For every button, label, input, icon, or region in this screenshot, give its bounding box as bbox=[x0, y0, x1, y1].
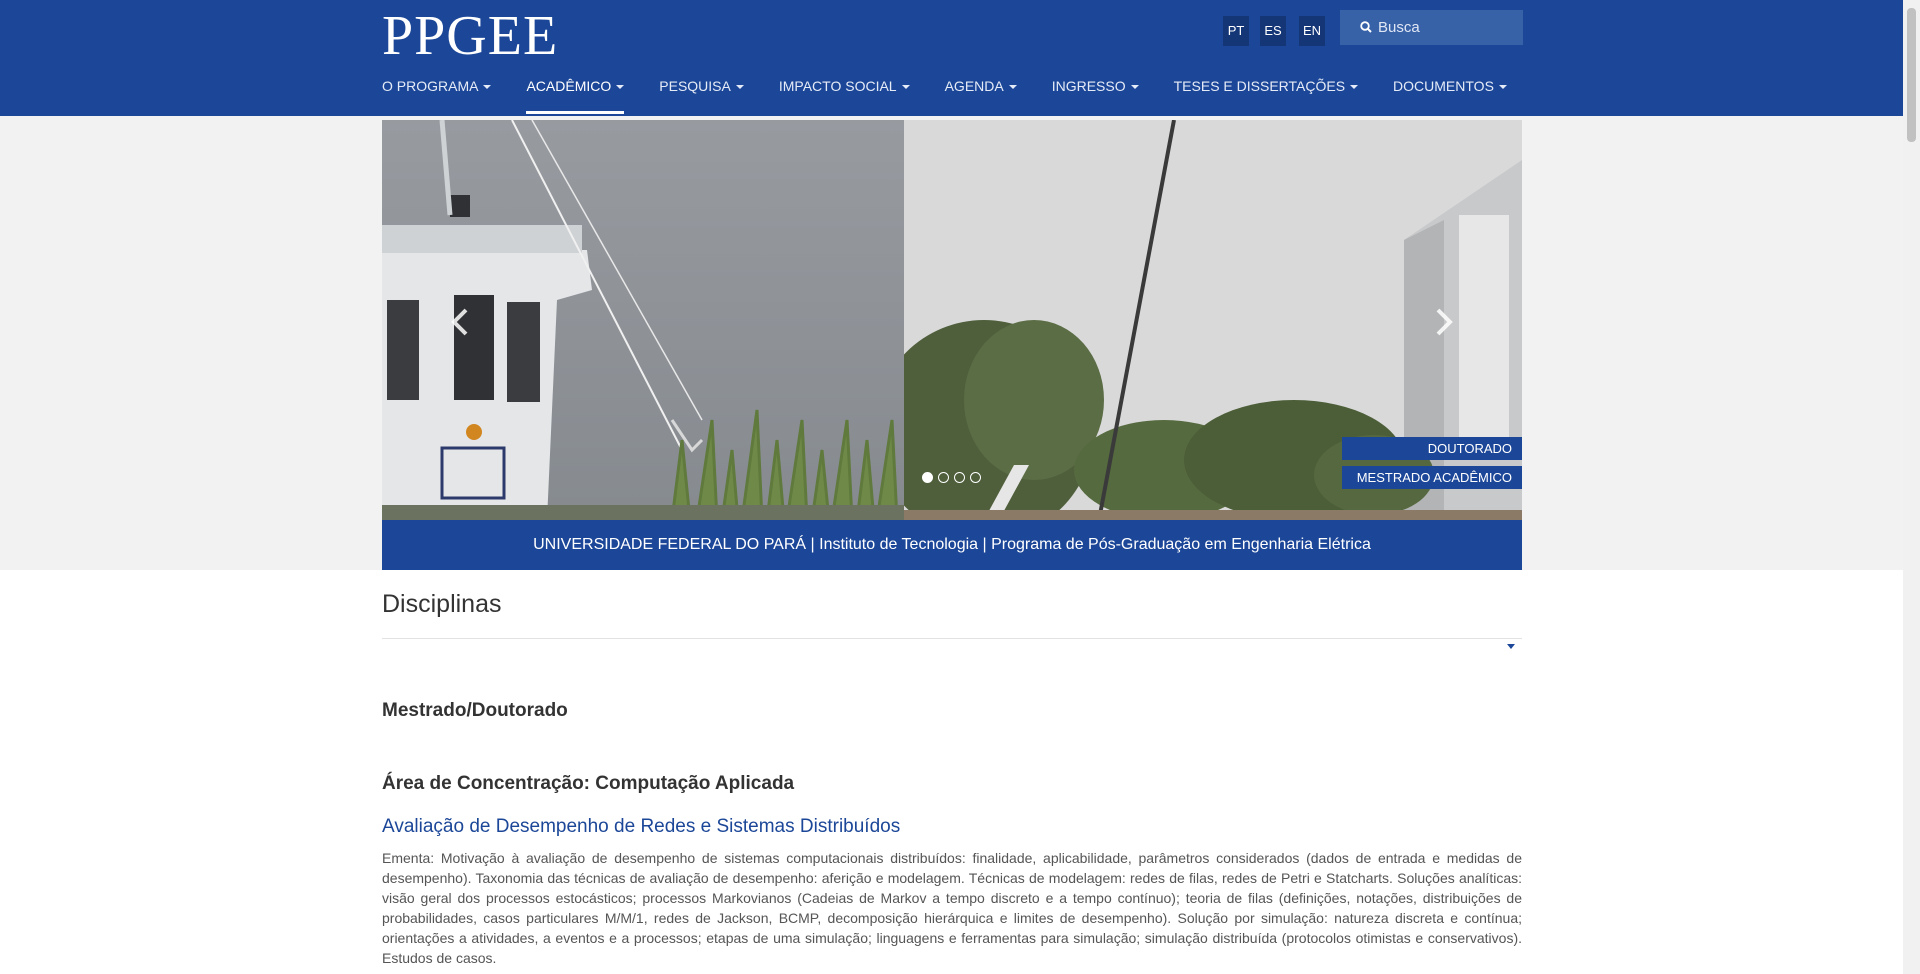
course-title-link[interactable]: Avaliação de Desempenho de Redes e Siste… bbox=[382, 816, 900, 838]
nav-item-pesquisa[interactable]: PESQUISA bbox=[659, 78, 744, 114]
level-heading: Mestrado/Doutorado bbox=[382, 700, 568, 721]
caret-down-icon bbox=[1130, 85, 1139, 90]
nav-item-academico[interactable]: ACADÊMICO bbox=[526, 78, 625, 114]
title-divider bbox=[382, 638, 1522, 639]
university-banner: UNIVERSIDADE FEDERAL DO PARÁ | Instituto… bbox=[382, 520, 1522, 570]
image-carousel: DOUTORADO MESTRADO ACADÊMICO bbox=[382, 120, 1522, 520]
carousel-indicators bbox=[922, 472, 981, 483]
nav-item-label: INGRESSO bbox=[1051, 78, 1126, 94]
nav-item-label: DOCUMENTOS bbox=[1393, 78, 1494, 94]
carousel-dot-1[interactable] bbox=[922, 472, 933, 483]
nav-item-label: TESES E DISSERTAÇÕES bbox=[1173, 78, 1346, 94]
caret-down-icon bbox=[1498, 85, 1507, 90]
caret-down-icon bbox=[616, 85, 625, 90]
area-heading: Área de Concentração: Computação Aplicad… bbox=[382, 773, 795, 794]
nav-item-ingresso[interactable]: INGRESSO bbox=[1052, 78, 1139, 114]
nav-item-agenda[interactable]: AGENDA bbox=[945, 78, 1017, 114]
carousel-dot-2[interactable] bbox=[938, 472, 949, 483]
nav-item-label: PESQUISA bbox=[659, 78, 731, 94]
nav-item-documentos[interactable]: DOCUMENTOS bbox=[1393, 78, 1507, 114]
page-title: Disciplinas bbox=[382, 590, 502, 618]
course-description: Ementa: Motivação à avaliação de desempe… bbox=[382, 850, 1522, 966]
main-nav: O PROGRAMA ACADÊMICO PESQUISA IMPACTO SO… bbox=[382, 78, 1542, 114]
search-box bbox=[1340, 10, 1523, 45]
lang-pt-button[interactable]: PT bbox=[1223, 16, 1249, 46]
nav-item-label: IMPACTO SOCIAL bbox=[778, 78, 897, 94]
caret-down-icon bbox=[901, 85, 910, 90]
site-logo[interactable]: PPGEE bbox=[382, 4, 558, 68]
caret-down-icon[interactable] bbox=[1507, 644, 1515, 649]
chevron-left-icon[interactable] bbox=[442, 302, 482, 342]
caret-down-icon bbox=[735, 85, 744, 90]
nav-item-label: AGENDA bbox=[944, 78, 1004, 94]
caret-down-icon bbox=[1008, 85, 1017, 90]
nav-item-label: ACADÊMICO bbox=[526, 78, 612, 94]
chevron-right-icon[interactable] bbox=[1422, 302, 1462, 342]
caption-mestrado-academico[interactable]: MESTRADO ACADÊMICO bbox=[1342, 466, 1522, 489]
lang-en-button[interactable]: EN bbox=[1299, 16, 1325, 46]
scrollbar-thumb[interactable] bbox=[1907, 8, 1916, 142]
carousel-dot-4[interactable] bbox=[970, 472, 981, 483]
page-scrollbar[interactable] bbox=[1903, 0, 1920, 974]
caption-doutorado[interactable]: DOUTORADO bbox=[1342, 437, 1522, 460]
lang-es-button[interactable]: ES bbox=[1260, 16, 1286, 46]
nav-item-label: O PROGRAMA bbox=[382, 78, 479, 94]
search-icon bbox=[1360, 21, 1372, 33]
carousel-dot-3[interactable] bbox=[954, 472, 965, 483]
nav-item-teses-dissertacoes[interactable]: TESES E DISSERTAÇÕES bbox=[1173, 78, 1359, 114]
search-input[interactable] bbox=[1362, 19, 1522, 36]
nav-item-impacto-social[interactable]: IMPACTO SOCIAL bbox=[779, 78, 910, 114]
caret-down-icon bbox=[1350, 85, 1359, 90]
caret-down-icon bbox=[483, 85, 492, 90]
nav-item-o-programa[interactable]: O PROGRAMA bbox=[382, 78, 492, 114]
site-header: PPGEE PT ES EN O PROGRAMA ACADÊMICO PESQ… bbox=[0, 0, 1903, 116]
